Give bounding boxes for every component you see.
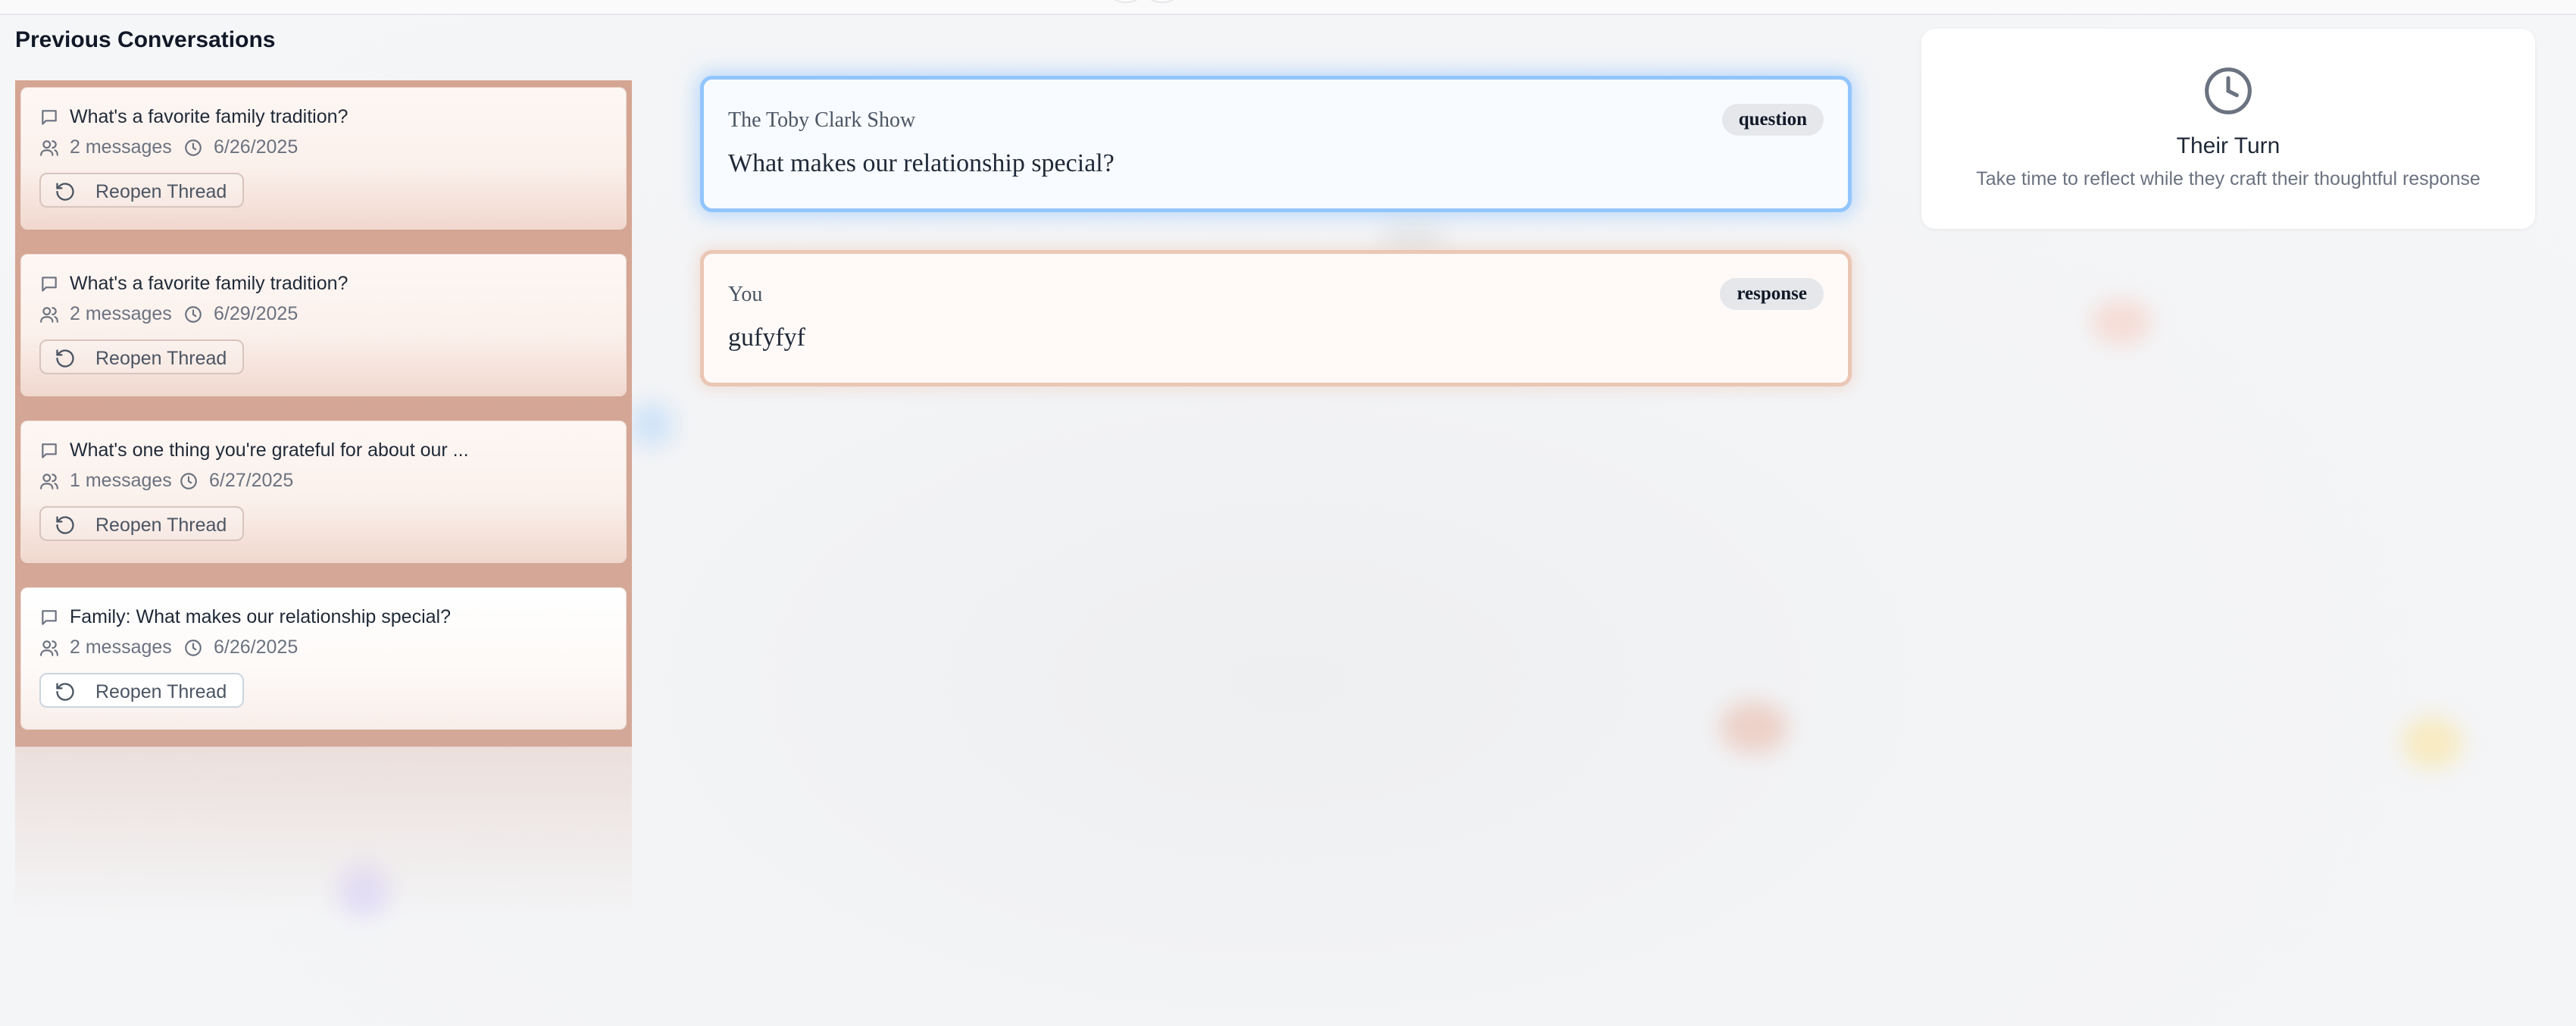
top-bar — [0, 0, 2576, 15]
users-icon — [39, 138, 59, 161]
thread-message-count: 1 messages — [70, 470, 172, 491]
thread-title: Family: What makes our relationship spec… — [70, 606, 451, 627]
clock-icon — [179, 471, 199, 495]
message-text: gufyfyf — [728, 324, 805, 352]
thread-date: 6/26/2025 — [214, 136, 299, 158]
thread-date: 6/27/2025 — [209, 470, 294, 491]
thread-message-count: 2 messages — [70, 637, 172, 658]
rotate-ccw-icon — [55, 515, 76, 541]
message-square-icon — [39, 274, 59, 298]
message-square-icon — [39, 608, 59, 631]
thread-message-count: 2 messages — [70, 136, 172, 158]
reopen-thread-button[interactable]: Reopen Thread — [39, 339, 244, 374]
thread-message-count: 2 messages — [70, 303, 172, 324]
thread-card[interactable]: What's a favorite family tradition? 2 me… — [21, 88, 626, 229]
response-tag: response — [1720, 278, 1824, 310]
thread-date: 6/29/2025 — [214, 303, 299, 324]
turn-status-subtitle: Take time to reflect while they craft th… — [1976, 168, 2481, 189]
top-avatar-left[interactable] — [1108, 0, 1144, 3]
app-page: Previous Conversations What's a favorite… — [0, 0, 2576, 1026]
rotate-ccw-icon — [55, 348, 76, 374]
question-message-card: The Toby Clark Show question What makes … — [700, 76, 1852, 212]
reopen-thread-label: Reopen Thread — [95, 681, 227, 702]
clock-icon — [183, 638, 203, 662]
response-message-card: You response gufyfyf — [700, 250, 1852, 386]
decor-blob — [629, 402, 674, 447]
turn-status-title: Their Turn — [2176, 133, 2281, 158]
question-tag: question — [1721, 104, 1824, 136]
reopen-thread-button[interactable]: Reopen Thread — [39, 506, 244, 541]
thread-list-fade — [15, 746, 632, 921]
users-icon — [39, 471, 59, 495]
users-icon — [39, 638, 59, 662]
sidebar-title: Previous Conversations — [15, 27, 276, 52]
message-author: You — [728, 283, 763, 306]
message-square-icon — [39, 441, 59, 465]
decor-blob — [1720, 701, 1788, 754]
thread-title: What's a favorite family tradition? — [70, 273, 349, 294]
reopen-thread-label: Reopen Thread — [95, 181, 227, 202]
thread-date: 6/26/2025 — [214, 637, 299, 658]
decor-blob — [2402, 716, 2462, 769]
turn-status-card: Their Turn Take time to reflect while th… — [1921, 29, 2535, 229]
thread-title: What's a favorite family tradition? — [70, 106, 349, 127]
users-icon — [39, 305, 59, 328]
thread-title: What's one thing you're grateful for abo… — [70, 439, 469, 461]
decor-blob — [1379, 224, 1447, 254]
rotate-ccw-icon — [55, 681, 76, 708]
thread-card[interactable]: What's a favorite family tradition? 2 me… — [21, 255, 626, 396]
message-square-icon — [39, 108, 59, 131]
thread-card[interactable]: Family: What makes our relationship spec… — [21, 588, 626, 729]
reopen-thread-label: Reopen Thread — [95, 348, 227, 369]
message-author: The Toby Clark Show — [728, 108, 916, 132]
clock-icon — [183, 305, 203, 328]
reopen-thread-button[interactable]: Reopen Thread — [39, 673, 244, 708]
top-avatar-right[interactable] — [1144, 0, 1180, 3]
clock-icon — [183, 138, 203, 161]
decor-blob — [2091, 299, 2152, 345]
clock-icon — [2202, 65, 2254, 120]
message-text: What makes our relationship special? — [728, 149, 1114, 177]
reopen-thread-label: Reopen Thread — [95, 515, 227, 536]
rotate-ccw-icon — [55, 181, 76, 208]
thread-card[interactable]: What's one thing you're grateful for abo… — [21, 421, 626, 562]
reopen-thread-button[interactable]: Reopen Thread — [39, 173, 244, 208]
